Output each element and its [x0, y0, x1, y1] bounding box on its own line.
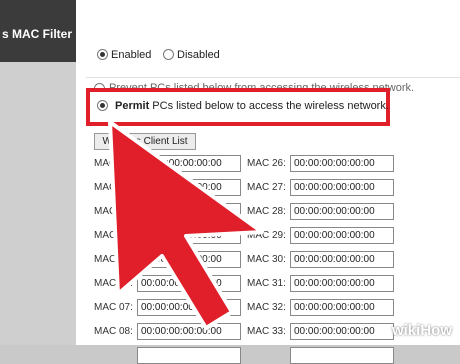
mac-left-input[interactable]: [137, 347, 241, 364]
red-arrow-annotation: [108, 120, 264, 330]
arrow-shape: [108, 120, 264, 330]
wikihow-watermark: wikiHow: [392, 322, 452, 339]
mac-right-input[interactable]: [290, 347, 394, 364]
watermark-how: How: [420, 322, 452, 339]
watermark-wiki: wiki: [391, 322, 421, 339]
